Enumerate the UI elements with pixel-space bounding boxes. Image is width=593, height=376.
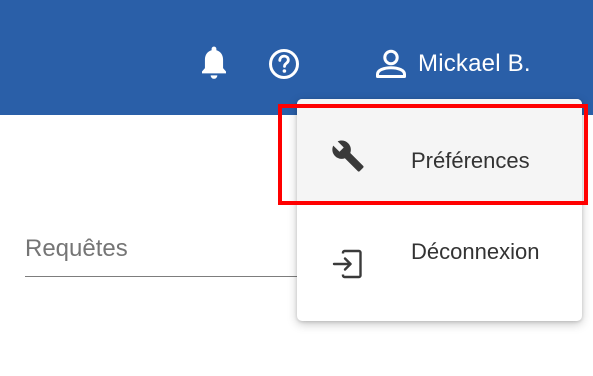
top-app-bar: Mickael B.	[0, 0, 593, 115]
user-account-menu-toggle[interactable]: Mickael B.	[374, 44, 531, 84]
account-icon	[376, 49, 406, 78]
bell-icon[interactable]	[198, 44, 230, 84]
menu-item-logout-label: Déconnexion	[411, 239, 540, 264]
menu-item-preferences[interactable]: Préférences	[297, 99, 582, 205]
user-name: Mickael B.	[418, 50, 531, 77]
requests-field-label: Requêtes	[25, 235, 128, 262]
user-dropdown-menu: Préférences Déconnexion	[297, 99, 582, 321]
logout-icon	[332, 249, 362, 279]
menu-item-preferences-label: Préférences	[411, 148, 530, 173]
requests-field-underline	[25, 276, 310, 277]
menu-item-logout[interactable]: Déconnexion	[297, 205, 582, 311]
help-circle-icon[interactable]	[268, 48, 300, 80]
wrench-icon	[332, 140, 364, 172]
